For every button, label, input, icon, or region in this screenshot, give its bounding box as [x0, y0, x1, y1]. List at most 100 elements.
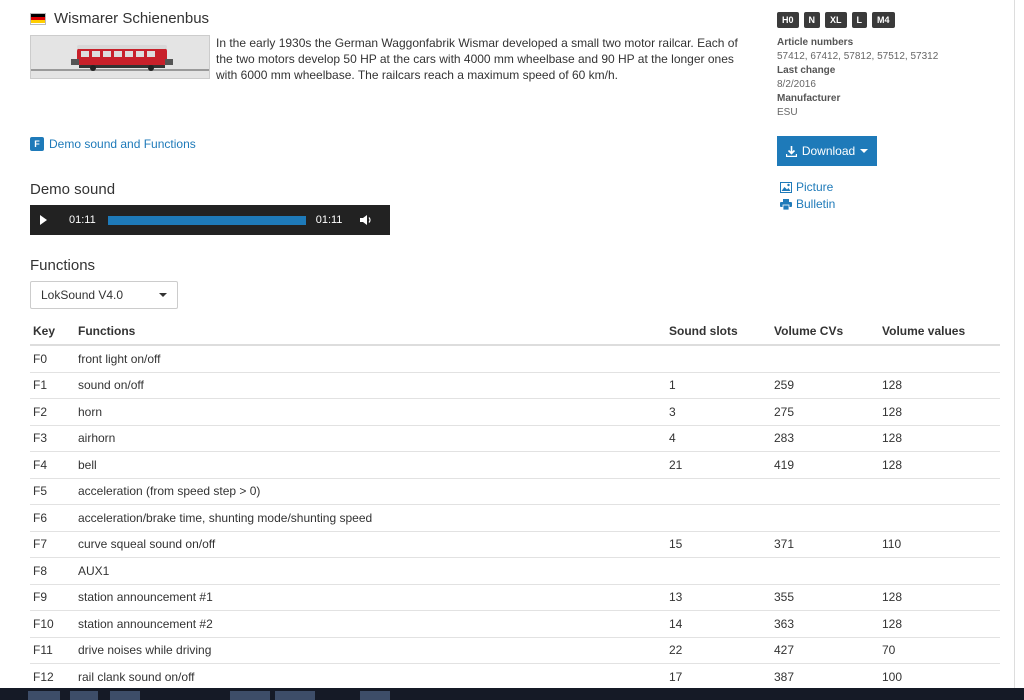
article-numbers-label: Article numbers	[777, 37, 854, 48]
cell-function: AUX1	[75, 557, 666, 585]
product-title: Wismarer Schienenbus	[54, 10, 210, 27]
cell-volume-cv	[771, 504, 879, 532]
cell-function: rail clank sound on/off	[75, 663, 666, 691]
table-row: F8 AUX1	[30, 557, 1000, 585]
chevron-down-icon	[860, 149, 869, 153]
demo-sound-functions-label: Demo sound and Functions	[49, 137, 196, 151]
cell-volume-cv: 371	[771, 531, 879, 558]
cell-function: station announcement #2	[75, 610, 666, 638]
cell-volume-value: 70	[879, 637, 1000, 664]
cell-volume-value: 128	[879, 451, 1000, 479]
duration: 01:11	[315, 214, 343, 226]
cell-sound-slots: 21	[666, 451, 771, 479]
table-row: F5 acceleration (from speed step > 0)	[30, 478, 1000, 505]
play-icon[interactable]	[40, 215, 47, 225]
cell-function: acceleration (from speed step > 0)	[75, 478, 666, 505]
manufacturer-label: Manufacturer	[777, 93, 841, 104]
table-row: F0 front light on/off	[30, 345, 1000, 373]
cell-key: F0	[30, 345, 75, 373]
scale-badges: H0 N XL L M4	[777, 12, 895, 28]
cell-key: F7	[30, 531, 75, 558]
cell-volume-value: 110	[879, 531, 1000, 558]
picture-icon	[780, 181, 792, 193]
cell-sound-slots: 17	[666, 663, 771, 691]
cell-key: F6	[30, 504, 75, 532]
german-flag-icon	[30, 12, 46, 25]
cell-key: F8	[30, 557, 75, 585]
table-header-row: Key Functions Sound slots Volume CVs Vol…	[30, 318, 1000, 346]
cell-volume-value: 100	[879, 663, 1000, 691]
cell-key: F9	[30, 584, 75, 611]
last-change-value: 8/2/2016	[777, 79, 816, 90]
railcar-image-icon	[31, 36, 209, 78]
cell-volume-cv: 259	[771, 372, 879, 399]
cell-volume-cv: 427	[771, 637, 879, 664]
cell-volume-cv: 283	[771, 425, 879, 452]
table-row: F7 curve squeal sound on/off 15 371 110	[30, 531, 1000, 558]
demo-sound-heading: Demo sound	[30, 181, 116, 198]
functions-heading: Functions	[30, 257, 96, 274]
current-time: 01:11	[69, 214, 96, 226]
cell-function: horn	[75, 398, 666, 426]
last-change-label: Last change	[777, 65, 836, 76]
cell-sound-slots	[666, 504, 771, 532]
cell-volume-value: 128	[879, 610, 1000, 638]
bulletin-label: Bulletin	[796, 197, 836, 211]
product-meta: Article numbers 57412, 67412, 57812, 575…	[777, 36, 938, 120]
cell-volume-value: 128	[879, 372, 1000, 399]
picture-label: Picture	[796, 180, 834, 194]
cell-volume-cv	[771, 345, 879, 373]
functions-table: Key Functions Sound slots Volume CVs Vol…	[30, 318, 1000, 691]
column-header-functions: Functions	[75, 318, 666, 346]
cell-volume-value: 128	[879, 584, 1000, 611]
cell-function: airhorn	[75, 425, 666, 452]
manufacturer-value: ESU	[777, 107, 798, 118]
cell-volume-value	[879, 504, 1000, 532]
print-icon	[780, 198, 792, 210]
download-button[interactable]: Download	[777, 136, 877, 166]
column-header-volume-cvs: Volume CVs	[771, 318, 879, 346]
scale-badge-m4: M4	[872, 12, 895, 28]
download-label: Download	[801, 144, 856, 158]
table-row: F11 drive noises while driving 22 427 70	[30, 637, 1000, 664]
decoder-select[interactable]: LokSound V4.0	[30, 281, 178, 309]
railcar-thumbnail[interactable]	[30, 35, 210, 79]
taskbar	[0, 688, 1024, 700]
decoder-select-value: LokSound V4.0	[41, 288, 124, 302]
cell-sound-slots: 3	[666, 398, 771, 426]
cell-function: drive noises while driving	[75, 637, 666, 664]
column-header-key: Key	[30, 318, 75, 346]
volume-icon[interactable]	[360, 215, 372, 225]
cell-sound-slots	[666, 345, 771, 373]
cell-key: F11	[30, 637, 75, 664]
cell-sound-slots: 1	[666, 372, 771, 399]
bulletin-link[interactable]: Bulletin	[780, 197, 835, 211]
cell-volume-cv: 355	[771, 584, 879, 611]
cell-volume-cv	[771, 557, 879, 585]
demo-sound-functions-link[interactable]: F Demo sound and Functions	[30, 137, 196, 151]
cell-function: front light on/off	[75, 345, 666, 373]
download-icon	[785, 145, 797, 157]
cell-function: bell	[75, 451, 666, 479]
audio-player: 01:11 01:11	[30, 205, 390, 235]
picture-link[interactable]: Picture	[780, 180, 833, 194]
progress-bar[interactable]	[107, 215, 306, 225]
cell-volume-cv: 275	[771, 398, 879, 426]
cell-volume-value: 128	[879, 425, 1000, 452]
cell-volume-cv: 363	[771, 610, 879, 638]
product-description: In the early 1930s the German Waggonfabr…	[216, 36, 738, 82]
cell-key: F5	[30, 478, 75, 505]
cell-sound-slots	[666, 478, 771, 505]
product-page: Wismarer Schienenbus In the early 1930s …	[0, 0, 1024, 700]
cell-volume-value	[879, 557, 1000, 585]
cell-volume-value	[879, 345, 1000, 373]
table-row: F4 bell 21 419 128	[30, 451, 1000, 479]
cell-function: station announcement #1	[75, 584, 666, 611]
article-numbers-value: 57412, 67412, 57812, 57512, 57312	[777, 51, 939, 62]
cell-key: F10	[30, 610, 75, 638]
product-title-row: Wismarer Schienenbus	[30, 10, 209, 27]
scale-badge-l: L	[851, 12, 868, 28]
cell-sound-slots: 15	[666, 531, 771, 558]
table-row: F12 rail clank sound on/off 17 387 100	[30, 663, 1000, 691]
cell-volume-cv: 387	[771, 663, 879, 691]
